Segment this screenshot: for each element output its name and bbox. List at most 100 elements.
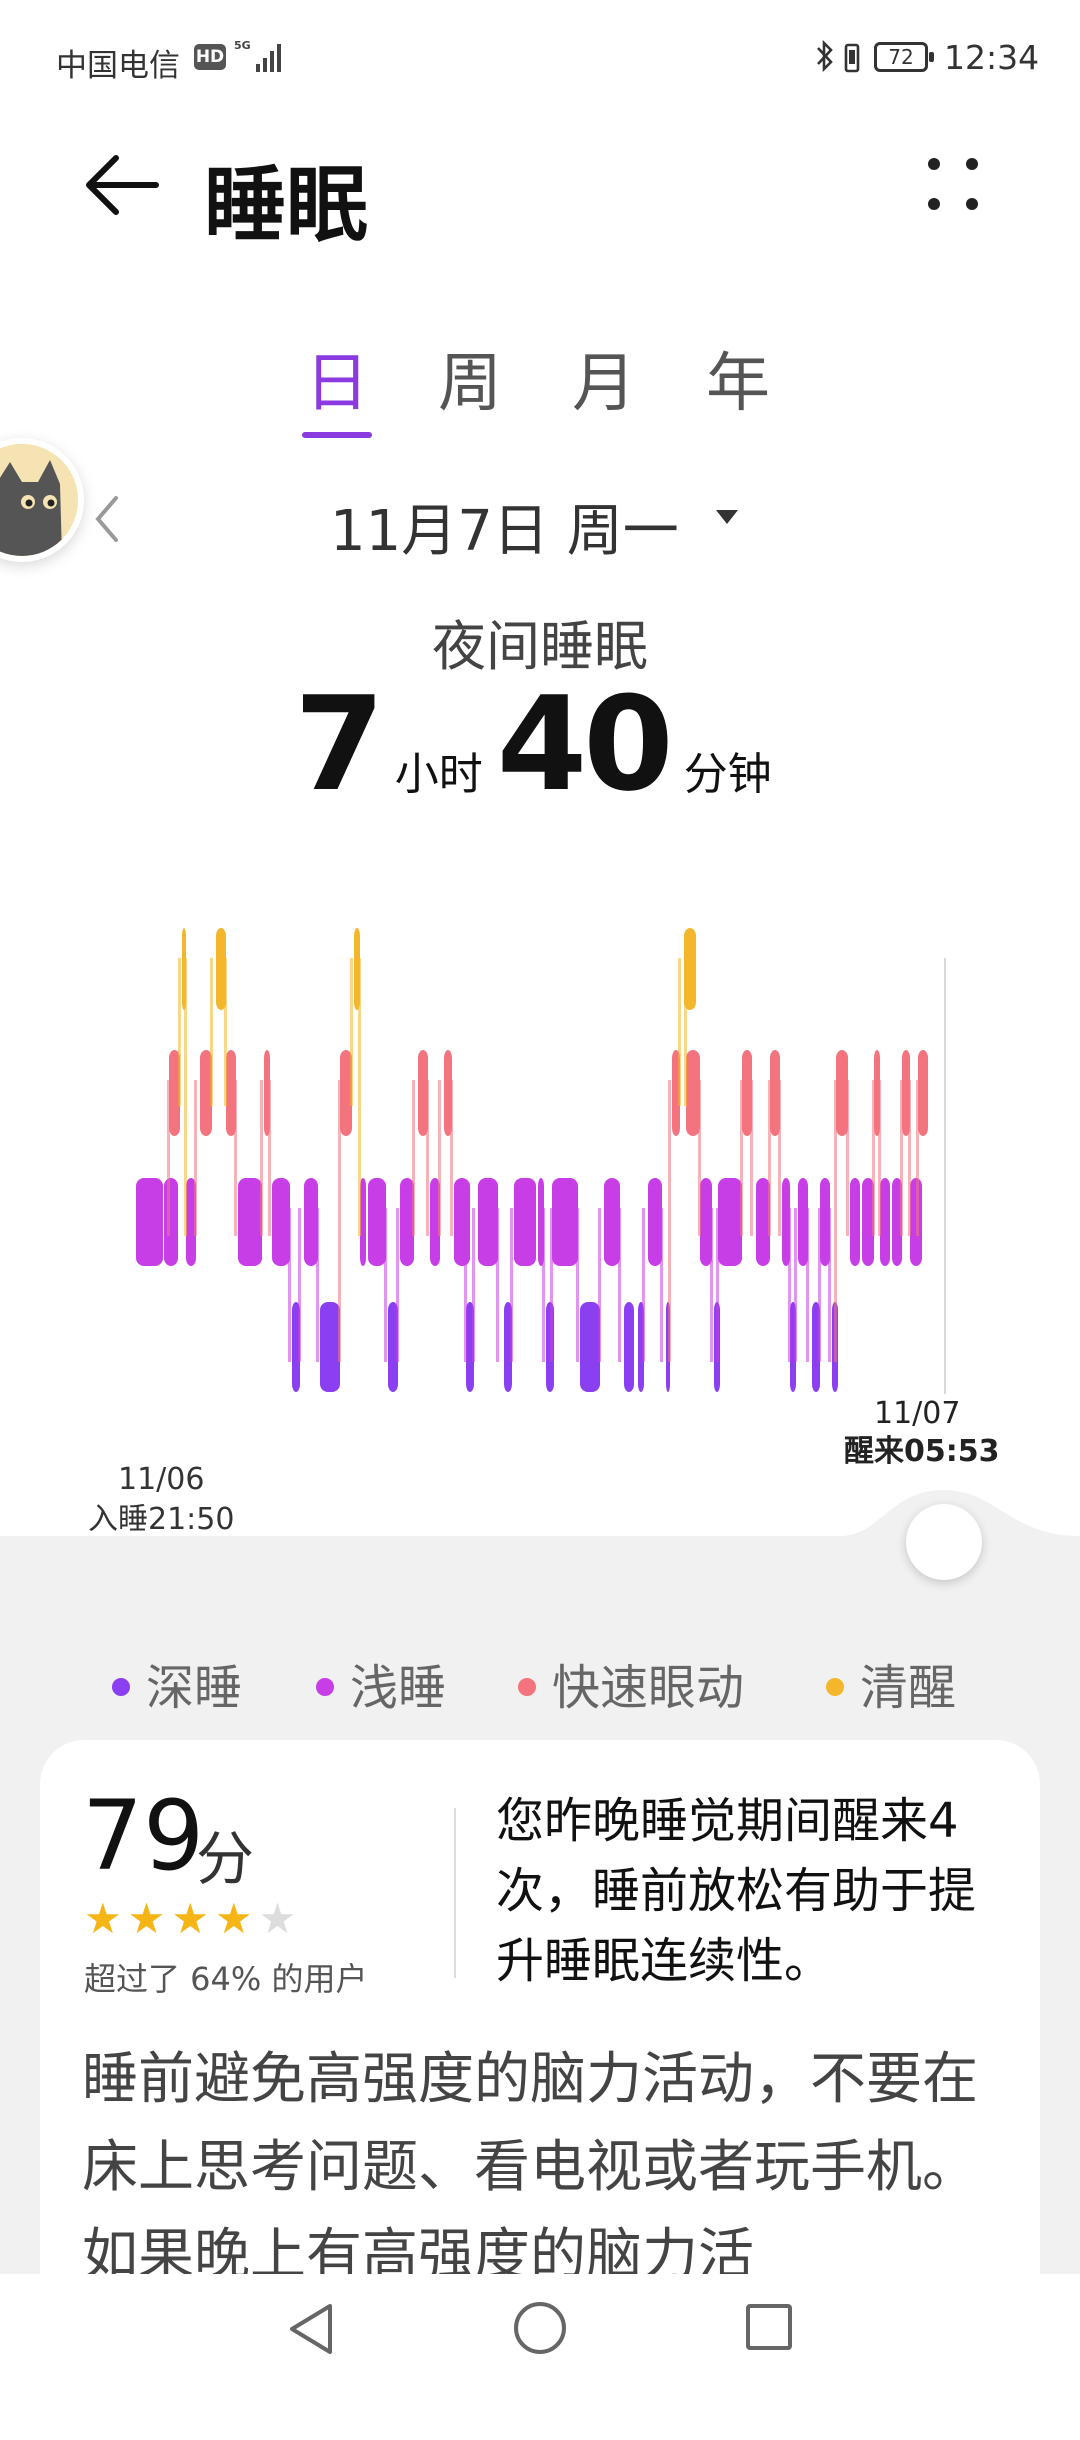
svg-text:5G: 5G: [234, 39, 251, 52]
sleep-segment-light: [238, 1178, 262, 1266]
stage-transition-line: [338, 1080, 341, 1362]
stage-transition-line: [878, 1080, 881, 1236]
stage-transition-line: [464, 1208, 467, 1362]
star-filled-icon: ★: [84, 1894, 122, 1943]
stage-transition-line: [194, 1080, 197, 1236]
stage-transition-line: [806, 1208, 809, 1362]
stage-transition-line: [908, 1080, 911, 1236]
floating-cat-avatar[interactable]: [0, 438, 84, 562]
nav-back-icon[interactable]: [286, 2300, 336, 2358]
sleep-segment-light: [850, 1178, 860, 1266]
carrier-label: 中国电信: [56, 48, 180, 84]
stage-transition-line: [794, 1208, 797, 1362]
sleep-segment-light: [514, 1178, 536, 1266]
tab-month[interactable]: 月: [572, 332, 636, 424]
sleep-segment-light: [648, 1178, 662, 1266]
sleep-segment-light: [368, 1178, 386, 1266]
star-filled-icon: ★: [171, 1894, 209, 1943]
stage-transition-line: [828, 1208, 831, 1362]
stage-transition-line: [178, 958, 181, 1106]
stage-transition-line: [678, 958, 681, 1106]
stage-transition-line: [818, 1208, 821, 1362]
sleep-segment-light: [478, 1178, 498, 1266]
stage-transition-line: [167, 1080, 170, 1236]
sleep-insight-text: 您昨晚睡觉期间醒来4 次，睡前放松有助于提升睡眠连续性。: [496, 1793, 977, 1989]
stage-transition-line: [184, 958, 187, 1236]
duration-minutes: 40: [496, 668, 674, 820]
sleep-segment-light: [552, 1178, 578, 1266]
stage-transition-line: [768, 1080, 771, 1236]
sleep-segment-deep: [580, 1302, 600, 1392]
stage-transition-line: [412, 1080, 415, 1236]
stage-transition-line: [660, 1208, 663, 1362]
duration-hours: 7: [294, 668, 384, 820]
stage-transition-line: [316, 1208, 319, 1362]
legend-label-rem: 快速眼动: [552, 1660, 745, 1716]
page-title: 睡眠: [204, 158, 369, 253]
nav-recent-icon[interactable]: [746, 2304, 792, 2350]
battery-indicator: 72: [874, 42, 934, 72]
sleep-segment-light: [756, 1178, 770, 1266]
stage-transition-line: [550, 1208, 553, 1362]
sleep-segment-light: [400, 1178, 414, 1266]
cat-icon: [0, 444, 78, 556]
stage-transition-line: [350, 958, 353, 1106]
sleep-segment-light: [304, 1178, 318, 1266]
sleep-segment-deep: [624, 1302, 634, 1392]
caret-down-icon[interactable]: [716, 510, 738, 524]
tab-week[interactable]: 周: [438, 332, 502, 424]
sleep-advice-text: 睡前避免高强度的脑力活动，不要在床上思考问题、看电视或者玩手机。如果晚上有高强度…: [82, 2047, 978, 2288]
stage-transition-line: [684, 958, 687, 1106]
stage-transition-line: [426, 1080, 429, 1236]
sleep-score-unit: 分: [196, 1825, 255, 1893]
chart-scrubber-handle[interactable]: [906, 1504, 982, 1580]
stage-transition-line: [642, 1208, 645, 1362]
legend-label-awake: 清醒: [860, 1660, 957, 1716]
legend-dot-light: [316, 1678, 334, 1696]
legend-item-rem: 快速眼动: [518, 1648, 744, 1718]
sleep-segment-light: [272, 1178, 290, 1266]
bluetooth-icon: [817, 39, 833, 73]
sleep-segment-light: [136, 1178, 163, 1266]
legend-label-deep: 深睡: [146, 1660, 243, 1716]
tab-indicator: [302, 432, 372, 438]
sleep-segment-light: [454, 1178, 470, 1266]
stage-transition-line: [210, 958, 213, 1106]
stage-transition-line: [542, 1208, 545, 1362]
card-divider: [454, 1808, 456, 1978]
legend-dot-deep: [112, 1678, 130, 1696]
star-filled-icon: ★: [127, 1894, 166, 1943]
stage-transition-line: [740, 1080, 743, 1236]
stage-transition-line: [496, 1208, 499, 1362]
tab-day[interactable]: 日: [305, 332, 369, 424]
legend-label-light: 浅睡: [350, 1660, 447, 1716]
legend-dot-rem: [518, 1678, 536, 1696]
sleep-segment-light: [880, 1178, 890, 1266]
clock: 12:34: [944, 38, 1040, 77]
stage-transition-line: [900, 1080, 903, 1236]
more-dots-icon[interactable]: [920, 152, 986, 218]
stage-transition-line: [288, 1208, 291, 1362]
date-selector[interactable]: 11月7日 周一: [330, 486, 679, 567]
chevron-left-icon[interactable]: [92, 492, 122, 546]
star-empty-icon: ★: [258, 1894, 297, 1943]
stage-transition-line: [396, 1208, 399, 1362]
sleep-segment-rem: [918, 1050, 928, 1136]
sleep-segment-deep: [320, 1302, 340, 1392]
stage-transition-line: [358, 958, 361, 1236]
stage-transition-line: [472, 1208, 475, 1362]
stage-transition-line: [750, 1080, 753, 1236]
stage-transition-line: [710, 1208, 713, 1362]
chart-end-marker: [944, 958, 946, 1394]
stage-transition-line: [698, 1080, 701, 1236]
stage-transition-line: [618, 1208, 621, 1362]
arrow-left-icon[interactable]: [84, 150, 160, 220]
nav-home-icon[interactable]: [514, 2302, 566, 2354]
stage-transition-line: [788, 1208, 791, 1362]
stage-transition-line: [268, 1080, 271, 1236]
tab-year[interactable]: 年: [706, 332, 770, 424]
legend-item-light: 浅睡: [316, 1648, 446, 1718]
signal-icon: 5G: [234, 39, 281, 72]
legend-item-deep: 深睡: [112, 1648, 242, 1718]
score-stars: ★ ★ ★ ★ ★: [84, 1898, 302, 1940]
